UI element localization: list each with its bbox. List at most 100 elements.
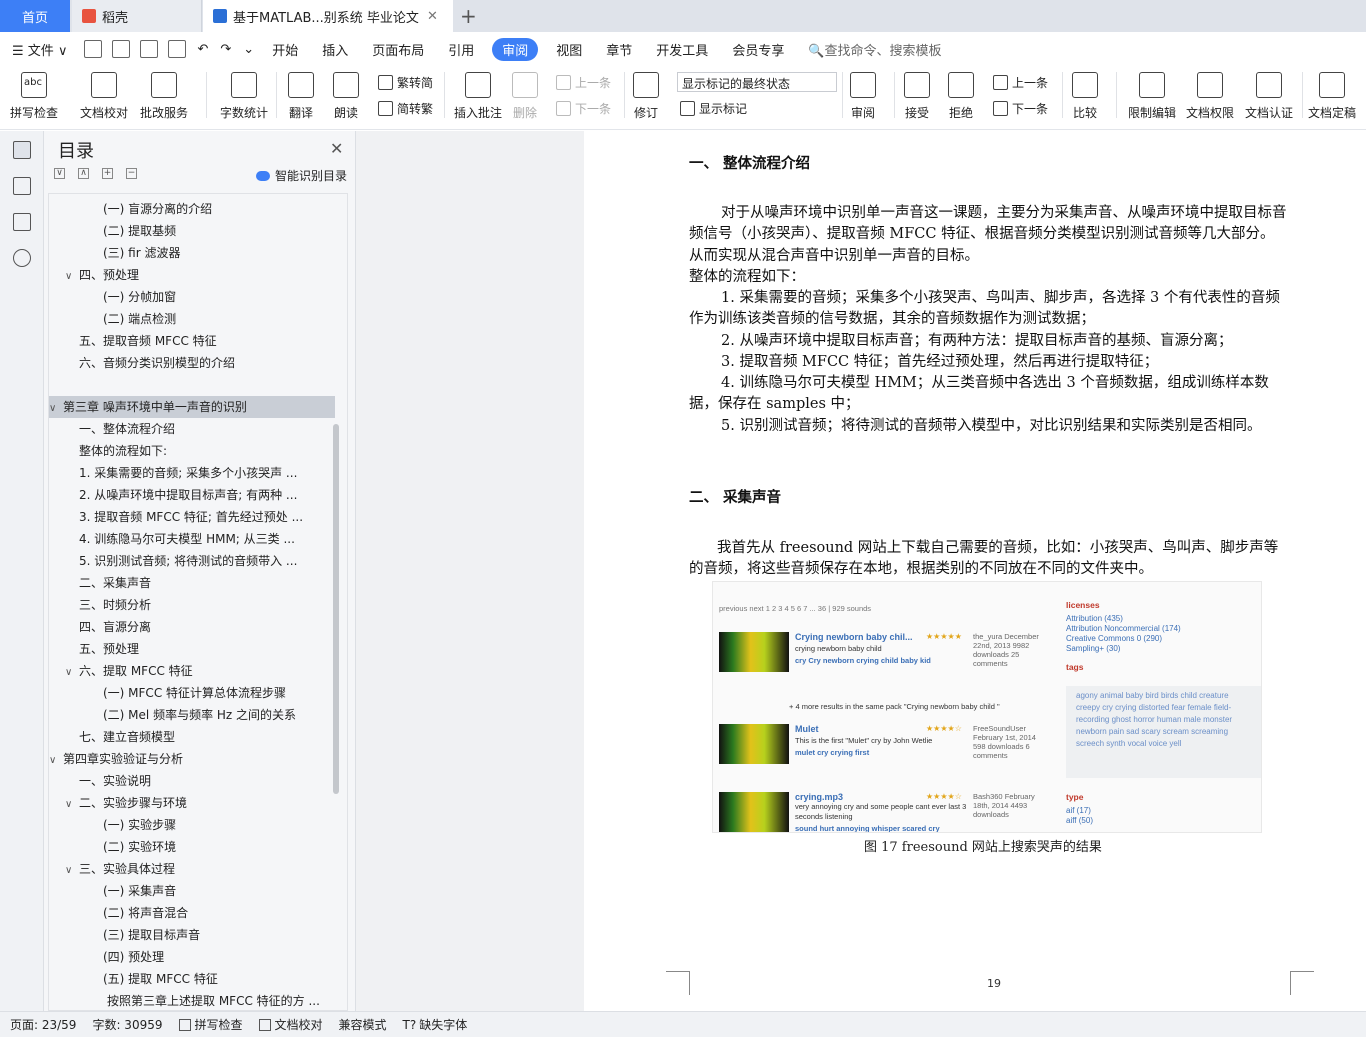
restrict-edit-button[interactable]: 限制编辑 [1128,72,1176,121]
export-icon[interactable] [112,40,131,58]
delete-comment-button[interactable]: 删除 [512,72,538,121]
doc-auth-button[interactable]: 文档认证 [1245,72,1293,121]
collapse-all-icon[interactable]: ∨ [54,168,65,179]
revise-button[interactable]: 修订 [633,72,659,121]
redo-icon[interactable]: ↷ [214,42,237,57]
prev-comment-button[interactable]: 上一条 [556,74,611,91]
toc-item[interactable] [49,374,335,396]
toc-item[interactable]: 六、音频分类识别模型的介绍 [49,352,335,374]
menu-item-view[interactable]: 视图 [544,40,594,59]
toc-item[interactable]: ∨ 三、实验具体过程 [49,858,335,880]
spell-check-toggle[interactable]: 拼写检查 [178,1016,243,1033]
undo-icon[interactable]: ↶ [191,42,214,57]
translate-button[interactable]: 翻译 [288,72,314,121]
menu-item-member[interactable]: 会员专享 [720,40,796,59]
toc-item[interactable]: ∨ 二、实验步骤与环境 [49,792,335,814]
toc-item[interactable]: (一) MFCC 特征计算总体流程步骤 [49,682,335,704]
toc-item[interactable]: ∨ 第四章实验验证与分析 [49,748,335,770]
toc-icon[interactable] [13,141,31,159]
spell-check-button[interactable]: abc 拼写检查 [10,72,58,121]
toc-item[interactable]: 三、时频分析 [49,594,335,616]
menu-item-review[interactable]: 审阅 [492,37,539,61]
reject-button[interactable]: 拒绝 [948,72,974,121]
toc-item[interactable]: ∨ 六、提取 MFCC 特征 [49,660,335,682]
insert-comment-button[interactable]: 插入批注 [454,72,502,121]
doc-permission-button[interactable]: 文档权限 [1186,72,1234,121]
menu-item-chapter[interactable]: 章节 [594,40,644,59]
toc-item[interactable]: (二) 端点检测 [49,308,335,330]
quick-access-dropdown[interactable]: ⌄ [237,42,260,57]
compare-button[interactable]: 比较 [1072,72,1098,121]
toc-item[interactable]: 3. 提取音频 MFCC 特征; 首先经过预处 ... [49,506,335,528]
remove-heading-icon[interactable]: − [126,168,137,179]
toc-item[interactable]: (一) 分帧加窗 [49,286,335,308]
close-icon[interactable]: ✕ [427,9,438,24]
next-comment-button[interactable]: 下一条 [556,100,611,117]
finalize-button[interactable]: 文档定稿 [1308,72,1356,121]
read-aloud-button[interactable]: 朗读 [333,72,359,121]
trad-to-simp-button[interactable]: 繁转简 [378,74,433,91]
toc-item[interactable]: (二) 将声音混合 [49,902,335,924]
toc-item[interactable]: 一、整体流程介绍 [49,418,335,440]
save-icon[interactable] [84,40,103,58]
toc-item[interactable]: 四、盲源分离 [49,616,335,638]
menu-item-reference[interactable]: 引用 [436,40,486,59]
chevron-down-icon[interactable]: ∨ [49,398,63,418]
expand-all-icon[interactable]: ∧ [78,168,89,179]
new-tab-button[interactable]: + [460,4,477,28]
toc-item[interactable]: 五、提取音频 MFCC 特征 [49,330,335,352]
toc-item[interactable]: (二) 实验环境 [49,836,335,858]
tab-shell[interactable]: 稻壳 [72,0,202,32]
toc-item[interactable]: (五) 提取 MFCC 特征 [49,968,335,990]
chevron-down-icon[interactable]: ∨ [65,794,79,814]
file-menu[interactable]: ☰ 文件 ∨ [0,40,79,59]
toc-item[interactable]: (一) 采集声音 [49,880,335,902]
prev-change-button[interactable]: 上一条 [993,74,1048,91]
review-pane-button[interactable]: 审阅 [850,72,876,121]
command-search[interactable]: 🔍查找命令、搜索模板 [796,40,953,59]
page-indicator[interactable]: 页面: 23/59 [10,1016,76,1033]
toc-item[interactable]: 一、实验说明 [49,770,335,792]
toc-item[interactable]: (一) 盲源分离的介绍 [49,198,335,220]
toc-item[interactable]: 整体的流程如下: [49,440,335,462]
toc-item[interactable]: (三) fir 滤波器 [49,242,335,264]
chapter-nav-icon[interactable] [13,177,31,195]
toc-item[interactable]: ∨ 四、预处理 [49,264,335,286]
tab-document[interactable]: 基于MATLAB...别系统 毕业论文 ✕ [203,0,453,32]
word-count[interactable]: 字数: 30959 [92,1016,162,1033]
search-icon[interactable] [13,249,31,267]
toc-item[interactable]: 七、建立音频模型 [49,726,335,748]
toc-item[interactable]: 4. 训练隐马尔可夫模型 HMM; 从三类 ... [49,528,335,550]
tab-home[interactable]: 首页 [0,0,70,32]
toc-item[interactable]: 五、预处理 [49,638,335,660]
doc-proof-button[interactable]: 文档校对 [80,72,128,121]
close-icon[interactable]: ✕ [330,139,343,158]
toc-item[interactable]: 1. 采集需要的音频; 采集多个小孩哭声 ... [49,462,335,484]
next-change-button[interactable]: 下一条 [993,100,1048,117]
chevron-down-icon[interactable]: ∨ [65,266,79,286]
menu-item-insert[interactable]: 插入 [310,40,360,59]
smart-toc-button[interactable]: 智能识别目录 [256,167,347,184]
print-icon[interactable] [140,40,159,58]
toc-item[interactable]: (四) 预处理 [49,946,335,968]
toc-item[interactable]: 二、采集声音 [49,572,335,594]
word-count-button[interactable]: 字数统计 [220,72,268,121]
doc-proof-toggle[interactable]: 文档校对 [258,1016,323,1033]
chevron-down-icon[interactable]: ∨ [49,750,63,770]
toc-item[interactable]: ∨ 第三章 噪声环境中单一声音的识别 [49,396,335,418]
menu-item-layout[interactable]: 页面布局 [360,40,436,59]
add-heading-icon[interactable]: + [102,168,113,179]
batch-service-button[interactable]: 批改服务 [140,72,188,121]
accept-button[interactable]: 接受 [904,72,930,121]
toc-item[interactable]: 2. 从噪声环境中提取目标声音; 有两种 ... [49,484,335,506]
toc-item[interactable]: 按照第三章上述提取 MFCC 特征的方 ... [49,990,335,1010]
missing-font-button[interactable]: T? 缺失字体 [403,1016,468,1033]
menu-item-devtools[interactable]: 开发工具 [644,40,720,59]
chevron-down-icon[interactable]: ∨ [65,662,79,682]
toc-item[interactable]: (一) 实验步骤 [49,814,335,836]
menu-item-start[interactable]: 开始 [260,40,310,59]
show-markup-button[interactable]: 显示标记 [680,100,747,117]
chevron-down-icon[interactable]: ∨ [65,860,79,880]
simp-to-trad-button[interactable]: 简转繁 [378,100,433,117]
print-preview-icon[interactable] [168,40,187,58]
